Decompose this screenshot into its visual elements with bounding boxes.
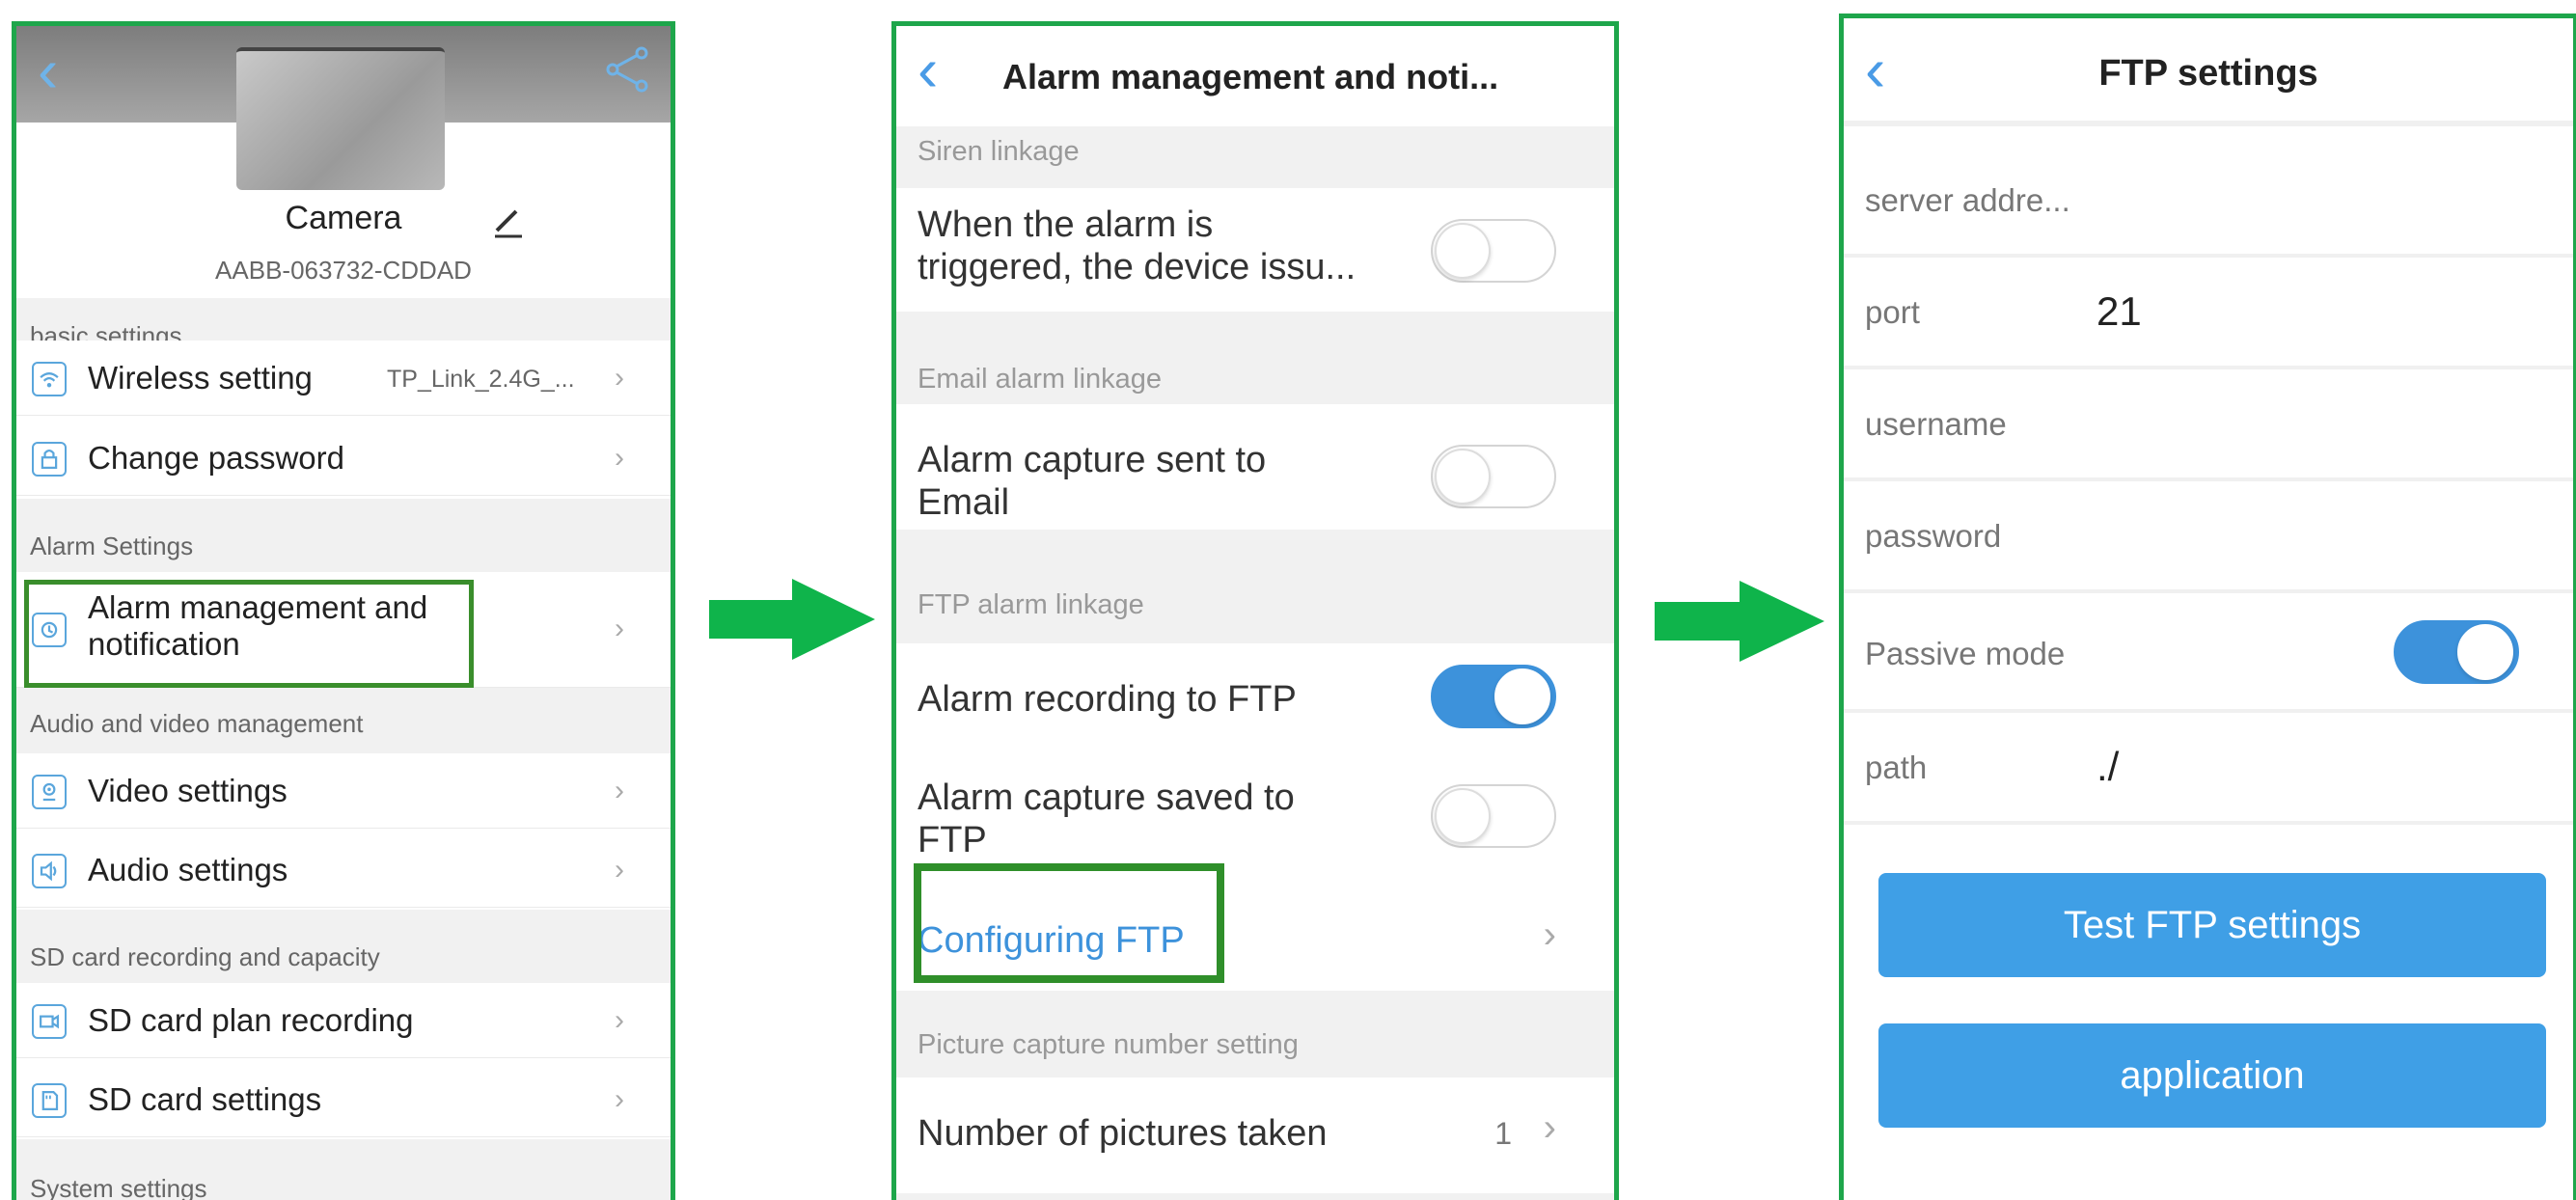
section-siren-linkage: Siren linkage (896, 126, 1614, 188)
change-password-row[interactable]: Change password › (16, 421, 671, 496)
video-settings-row[interactable]: Video settings › (16, 753, 671, 829)
chevron-right-icon: › (615, 362, 624, 394)
ftp-capture-row: Alarm capture saved to FTP (896, 744, 1614, 879)
section-divider (896, 1193, 1614, 1200)
passive-mode-row: Passive mode (1844, 593, 2573, 713)
ftp-capture-toggle[interactable] (1431, 784, 1556, 848)
section-audio-video: Audio and video management (16, 688, 671, 753)
toggle-knob (2457, 624, 2513, 680)
port-value[interactable]: 21 (2096, 288, 2142, 335)
section-ftp-alarm: FTP alarm linkage (896, 530, 1614, 643)
email-toggle[interactable] (1431, 445, 1556, 508)
sd-card-settings-row[interactable]: SD card settings › (16, 1062, 671, 1137)
ftp-capture-line-1: Alarm capture saved to (918, 777, 1295, 818)
chevron-right-icon: › (1543, 1106, 1556, 1149)
edit-icon[interactable] (489, 202, 528, 240)
email-capture-label: Alarm capture sent to Email (918, 439, 1266, 524)
email-capture-row: Alarm capture sent to Email (896, 404, 1614, 530)
ftp-capture-line-2: FTP (918, 820, 987, 860)
video-settings-label: Video settings (88, 773, 288, 808)
passive-mode-toggle[interactable] (2394, 620, 2519, 684)
username-field[interactable]: username (1844, 369, 2573, 481)
wifi-icon (32, 362, 67, 396)
sd-card-icon (32, 1083, 67, 1118)
port-label: port (1865, 294, 1920, 330)
ftp-capture-label: Alarm capture saved to FTP (918, 777, 1295, 861)
audio-settings-label: Audio settings (88, 852, 288, 887)
apply-button[interactable]: application (1878, 1023, 2546, 1128)
change-password-label: Change password (88, 440, 344, 476)
wireless-setting-label: Wireless setting (88, 360, 313, 395)
chevron-right-icon: › (615, 854, 624, 886)
wireless-setting-row[interactable]: Wireless setting TP_Link_2.4G_... › (16, 341, 671, 416)
email-label-line-2: Email (918, 482, 1010, 523)
ftp-recording-label: Alarm recording to FTP (918, 679, 1297, 720)
pictures-taken-value: 1 (1494, 1116, 1512, 1151)
section-system-settings: System settings (16, 1139, 671, 1200)
siren-label-line-1: When the alarm is (918, 205, 1214, 245)
toggle-knob (1435, 223, 1491, 279)
chevron-right-icon: › (1543, 914, 1556, 956)
chevron-right-icon: › (615, 1083, 624, 1115)
page-title: FTP settings (2098, 53, 2318, 94)
wireless-network-value: TP_Link_2.4G_... (387, 366, 575, 393)
email-label-line-1: Alarm capture sent to (918, 440, 1267, 480)
device-name: Camera (285, 200, 402, 236)
device-settings-screen: ‹ Camera AABB-063732-CDDAD basic setting… (12, 21, 675, 1200)
alarm-header: ‹ Alarm management and noti... (896, 26, 1614, 126)
chevron-right-icon: › (615, 442, 624, 474)
port-field[interactable]: port 21 (1844, 258, 2573, 369)
pictures-taken-label: Number of pictures taken (918, 1113, 1328, 1154)
username-label: username (1865, 406, 2007, 442)
path-value[interactable]: ./ (2096, 744, 2119, 790)
alarm-management-screen: ‹ Alarm management and noti... Siren lin… (891, 21, 1619, 1200)
path-field[interactable]: path ./ (1844, 713, 2573, 825)
siren-alarm-label: When the alarm is triggered, the device … (918, 204, 1356, 288)
siren-label-line-2: triggered, the device issu... (918, 247, 1357, 287)
ftp-recording-row: Alarm recording to FTP (896, 643, 1614, 744)
siren-toggle[interactable] (1431, 219, 1556, 283)
toggle-knob (1435, 788, 1491, 844)
section-picture-capture: Picture capture number setting (896, 991, 1614, 1077)
chevron-right-icon: › (615, 1004, 624, 1036)
test-ftp-button[interactable]: Test FTP settings (1878, 873, 2546, 977)
configure-ftp-highlight (914, 863, 1224, 983)
back-icon[interactable]: ‹ (918, 36, 938, 103)
ftp-recording-toggle[interactable] (1431, 665, 1556, 728)
server-address-label: server addre... (1865, 182, 2070, 218)
camera-icon (32, 775, 67, 809)
section-email-alarm: Email alarm linkage (896, 312, 1614, 418)
lock-icon (32, 442, 67, 477)
sd-plan-recording-label: SD card plan recording (88, 1002, 414, 1038)
toggle-knob (1435, 449, 1491, 505)
audio-settings-row[interactable]: Audio settings › (16, 832, 671, 908)
ftp-settings-screen: ‹ FTP settings server addre... port 21 u… (1839, 14, 2576, 1200)
device-uid: AABB-063732-CDDAD (215, 256, 472, 285)
back-icon[interactable]: ‹ (38, 40, 58, 101)
arrow-right-icon (1655, 581, 1824, 662)
path-label: path (1865, 750, 1928, 785)
speaker-icon (32, 854, 67, 888)
toggle-knob (1494, 668, 1550, 724)
camera-thumbnail[interactable] (236, 47, 445, 190)
arrow-right-icon (709, 579, 875, 660)
passive-mode-label: Passive mode (1865, 636, 2066, 671)
share-icon[interactable] (603, 45, 651, 94)
password-label: password (1865, 518, 2002, 554)
password-field[interactable]: password (1844, 481, 2573, 593)
record-icon (32, 1004, 67, 1039)
siren-alarm-row: When the alarm is triggered, the device … (896, 188, 1614, 312)
chevron-right-icon: › (615, 775, 624, 806)
section-sd-card: SD card recording and capacity (16, 910, 671, 983)
server-address-field[interactable]: server addre... (1844, 146, 2573, 258)
pictures-taken-row[interactable]: Number of pictures taken 1 › (896, 1077, 1614, 1193)
sd-card-settings-label: SD card settings (88, 1081, 322, 1117)
chevron-right-icon: › (615, 613, 624, 644)
alarm-highlight-box (24, 580, 474, 688)
ftp-header: ‹ FTP settings (1844, 18, 2573, 126)
sd-plan-recording-row[interactable]: SD card plan recording › (16, 983, 671, 1058)
page-title: Alarm management and noti... (1002, 57, 1499, 96)
